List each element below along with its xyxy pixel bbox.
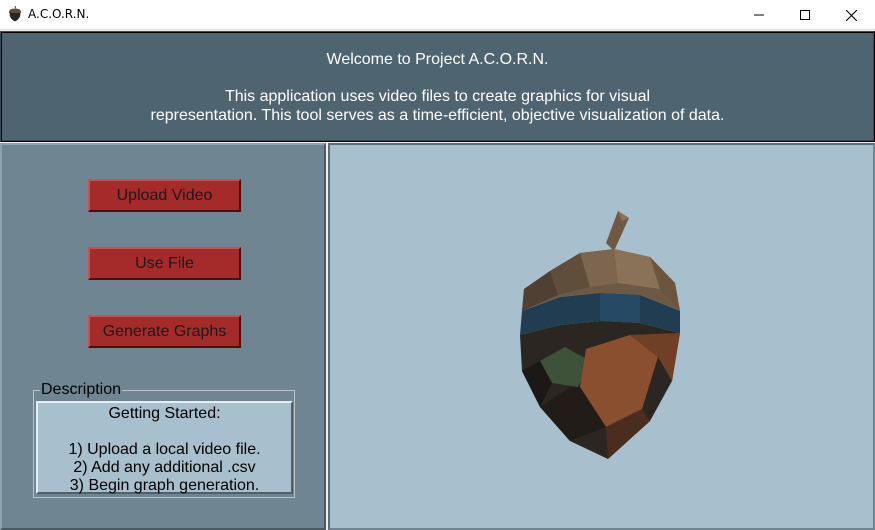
maximize-button[interactable] [782, 0, 828, 30]
preview-panel [328, 143, 875, 530]
maximize-icon [800, 10, 810, 20]
description-step: 3) Begin graph generation. [69, 477, 260, 494]
description-heading: Getting Started: [108, 405, 221, 422]
description-spacer [38, 423, 291, 441]
page-title: Welcome to Project A.C.O.R.N. [326, 51, 549, 68]
generate-graphs-button[interactable]: Generate Graphs [88, 315, 241, 348]
window-title: A.C.O.R.N. [28, 7, 90, 21]
header-description-line: This application uses video files to cre… [224, 88, 651, 105]
description-legend: Description [40, 381, 123, 398]
close-icon [845, 9, 857, 21]
minimize-button[interactable] [736, 0, 782, 30]
use-file-button[interactable]: Use File [88, 247, 241, 280]
description-textbox[interactable]: Getting Started: 1) Upload a local video… [36, 401, 293, 494]
welcome-header: Welcome to Project A.C.O.R.N. This appli… [0, 31, 875, 142]
close-button[interactable] [828, 0, 874, 30]
description-step: 2) Add any additional .csv [73, 459, 256, 476]
acorn-icon [9, 6, 21, 22]
control-panel: Upload Video Use File Generate Graphs De… [0, 143, 326, 530]
header-description-line: representation. This tool serves as a ti… [150, 107, 725, 124]
minimize-icon [754, 14, 764, 16]
acorn-illustration [520, 211, 680, 459]
upload-video-button[interactable]: Upload Video [88, 179, 241, 212]
description-content: Getting Started: 1) Upload a local video… [38, 405, 291, 495]
title-bar: A.C.O.R.N. [0, 0, 875, 30]
header-description: This application uses video files to cre… [2, 87, 873, 125]
description-step: 1) Upload a local video file. [68, 441, 261, 458]
